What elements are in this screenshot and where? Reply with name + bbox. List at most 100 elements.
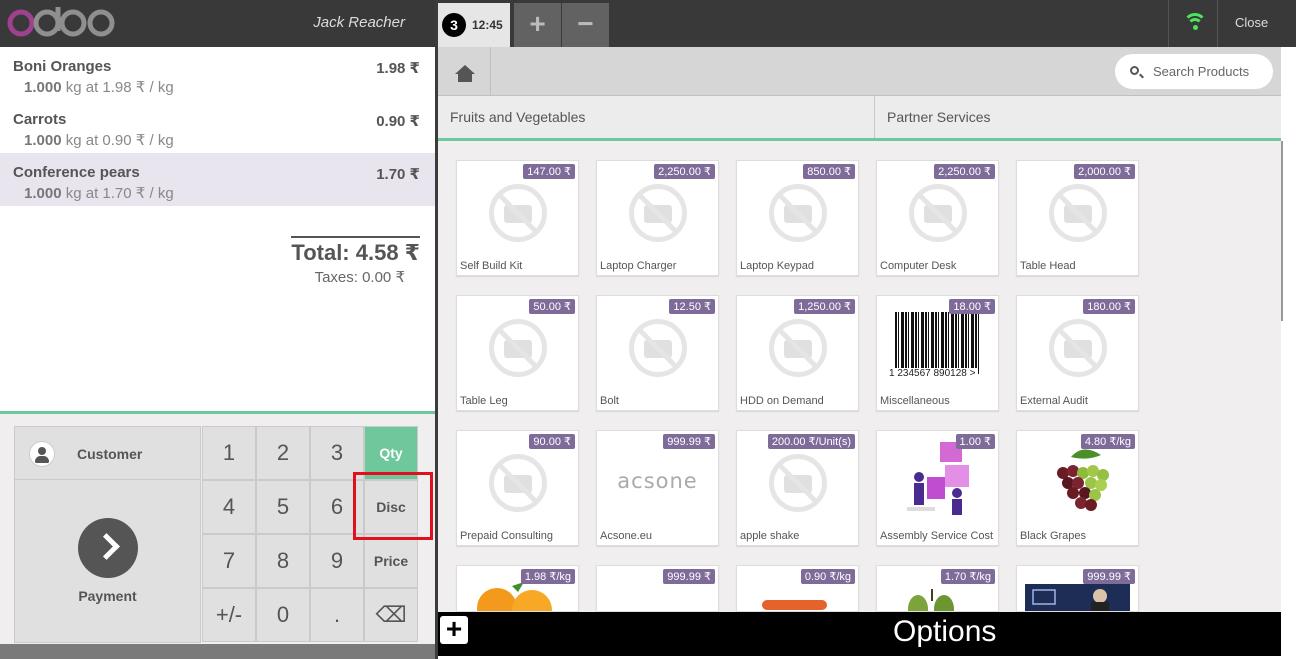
carrots-image [762, 600, 827, 610]
price-tag: 850.00 ₹ [803, 164, 855, 179]
product-card[interactable]: 0.90 ₹/kg [736, 565, 859, 612]
barcode-image [895, 312, 981, 374]
price-tag: 999.99 ₹ [663, 569, 715, 584]
payment-button[interactable]: Payment [14, 480, 201, 643]
plus-icon[interactable]: + [440, 615, 468, 644]
product-card[interactable]: acsone 999.99 ₹ Acsone.eu [596, 430, 719, 546]
delete-order-button[interactable]: − [562, 3, 609, 47]
price-tag: 147.00 ₹ [523, 164, 575, 179]
product-name: External Audit [1020, 395, 1088, 407]
product-card[interactable]: 1.98 ₹/kg [456, 565, 579, 612]
price-tag: 50.00 ₹ [529, 299, 575, 314]
orderline-name: Boni Oranges [13, 58, 112, 75]
payment-label: Payment [78, 588, 137, 604]
product-name: Acsone.eu [600, 530, 652, 542]
category-partner-services[interactable]: Partner Services [875, 96, 1281, 138]
product-name: Self Build Kit [460, 260, 523, 272]
product-card[interactable]: 180.00 ₹ External Audit [1016, 295, 1139, 411]
product-card[interactable]: 12.50 ₹ Bolt [596, 295, 719, 411]
numpad-key-1[interactable]: 1 [202, 426, 256, 480]
options-button[interactable]: Options [893, 615, 996, 649]
product-name: Miscellaneous [880, 395, 950, 407]
order-lines: Boni Oranges 1.98 ₹ 1.000 kg at 1.98 ₹ /… [0, 47, 435, 413]
pears-image [908, 589, 954, 611]
product-card[interactable]: 2,000.00 ₹ Table Head [1016, 160, 1139, 276]
product-name: HDD on Demand [740, 395, 824, 407]
home-icon[interactable] [438, 47, 491, 96]
orderline-info: 1.000 kg at 0.90 ₹ / kg [24, 131, 421, 149]
search-box[interactable]: Search Products [1115, 54, 1273, 89]
orderline[interactable]: Boni Oranges 1.98 ₹ 1.000 kg at 1.98 ₹ /… [0, 47, 435, 100]
order-tab-selected[interactable]: 3 12:45 [438, 3, 510, 47]
product-card[interactable]: 1,250.00 ₹ HDD on Demand [736, 295, 859, 411]
product-card[interactable]: 50.00 ₹ Table Leg [456, 295, 579, 411]
product-card[interactable]: 200.00 ₹/Unit(s) apple shake [736, 430, 859, 546]
order-number-badge: 3 [442, 13, 466, 37]
product-card[interactable]: 1.70 ₹/kg [876, 565, 999, 612]
price-tag: 1.70 ₹/kg [940, 569, 995, 584]
no-image-icon [489, 319, 547, 377]
backspace-button[interactable]: ⌫ [364, 588, 418, 642]
price-tag: 90.00 ₹ [529, 434, 575, 449]
category-fruits-vegetables[interactable]: Fruits and Vegetables [438, 96, 875, 138]
chevron-right-icon [78, 518, 138, 578]
numpad-key-5[interactable]: 5 [256, 480, 310, 534]
numpad-key-0[interactable]: 0 [256, 588, 310, 642]
product-card[interactable]: 4.80 ₹/kg Black Grapes [1016, 430, 1139, 546]
orderline-name: Conference pears [13, 164, 140, 181]
close-button[interactable]: Close [1235, 15, 1268, 30]
scrollbar[interactable] [1281, 47, 1296, 659]
orderline-unit-info: kg at 1.98 ₹ / kg [65, 79, 174, 96]
numpad-key-dot[interactable]: . [310, 588, 364, 642]
product-card[interactable]: 147.00 ₹ Self Build Kit [456, 160, 579, 276]
scrollbar-thumb[interactable] [1281, 141, 1283, 321]
search-input[interactable]: Search Products [1153, 64, 1249, 79]
no-image-icon [769, 454, 827, 512]
product-card[interactable]: 1.00 ₹ Assembly Service Cost [876, 430, 999, 546]
numpad-key-4[interactable]: 4 [202, 480, 256, 534]
product-card[interactable]: 2,250.00 ₹ Computer Desk [876, 160, 999, 276]
order-summary: Total: 4.58 ₹ Taxes: 0.00 ₹ [291, 236, 420, 286]
left-header: Jack Reacher [0, 0, 435, 47]
product-name: Black Grapes [1020, 530, 1087, 542]
customer-label: Customer [77, 446, 143, 462]
price-tag: 2,250.00 ₹ [654, 164, 715, 179]
numpad-key-8[interactable]: 8 [256, 534, 310, 588]
product-card[interactable]: 999.99 ₹ [1016, 565, 1139, 612]
product-card[interactable]: 2,250.00 ₹ Laptop Charger [596, 160, 719, 276]
product-card[interactable]: 90.00 ₹ Prepaid Consulting [456, 430, 579, 546]
wifi-icon[interactable] [1168, 0, 1218, 47]
orderline-unit-info: kg at 0.90 ₹ / kg [65, 132, 174, 149]
orderline[interactable]: Carrots 0.90 ₹ 1.000 kg at 0.90 ₹ / kg [0, 100, 435, 153]
business-image [1025, 584, 1130, 611]
price-tag: 999.99 ₹ [663, 434, 715, 449]
product-card[interactable]: 1 234567 890128 > 18.00 ₹ Miscellaneous [876, 295, 999, 411]
orderline-qty: 1.000 [24, 185, 62, 202]
price-tag: 2,250.00 ₹ [934, 164, 995, 179]
numpad-key-2[interactable]: 2 [256, 426, 310, 480]
price-tag: 18.00 ₹ [949, 299, 995, 314]
orderline-selected[interactable]: Conference pears 1.70 ₹ 1.000 kg at 1.70… [0, 153, 435, 206]
highlight-annotation [353, 472, 433, 540]
numpad-key-9[interactable]: 9 [310, 534, 364, 588]
numpad-key-plus-minus[interactable]: +/- [202, 588, 256, 642]
product-name: Computer Desk [880, 260, 957, 272]
left-footer [0, 644, 435, 659]
price-tag: 1.00 ₹ [955, 434, 995, 449]
product-card[interactable]: 850.00 ₹ Laptop Keypad [736, 160, 859, 276]
product-card[interactable]: 999.99 ₹ [596, 565, 719, 612]
numpad-key-7[interactable]: 7 [202, 534, 256, 588]
no-image-icon [629, 184, 687, 242]
new-order-button[interactable]: + [514, 3, 561, 47]
product-name: Table Leg [460, 395, 508, 407]
price-tag: 1,250.00 ₹ [794, 299, 855, 314]
product-name: apple shake [740, 530, 800, 542]
no-image-icon [489, 184, 547, 242]
orderline-price: 1.98 ₹ [376, 60, 420, 77]
mode-price-button[interactable]: Price [364, 534, 418, 588]
price-tag: 999.99 ₹ [1083, 569, 1135, 584]
product-name: Laptop Charger [600, 260, 677, 272]
acsone-logo: acsone [617, 469, 698, 493]
cashier-name[interactable]: Jack Reacher [313, 14, 405, 31]
customer-button[interactable]: Customer [14, 426, 201, 480]
